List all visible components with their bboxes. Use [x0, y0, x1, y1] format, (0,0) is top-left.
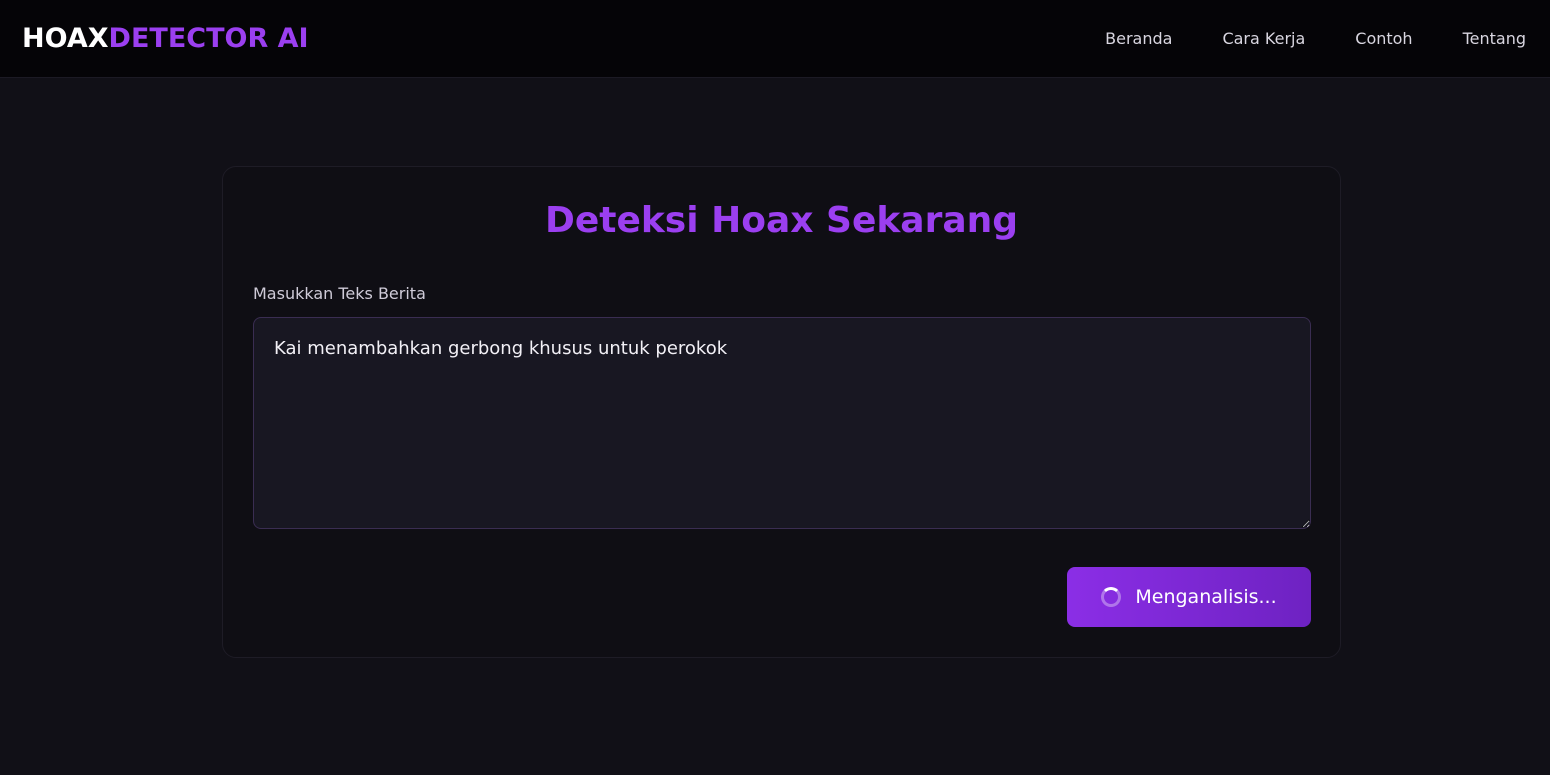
nav-link-cara-kerja[interactable]: Cara Kerja [1222, 28, 1305, 50]
loading-spinner-icon [1101, 587, 1122, 607]
page-title: Deteksi Hoax Sekarang [544, 200, 1019, 241]
news-text-input[interactable]: Kai menambahkan gerbong khusus untuk per… [253, 317, 1311, 529]
site-logo[interactable]: HOAXDETECTOR AI [22, 22, 309, 56]
top-navbar: HOAXDETECTOR AI Beranda Cara Kerja Conto… [0, 0, 1550, 78]
detector-card: Deteksi Hoax Sekarang Masukkan Teks Beri… [222, 166, 1341, 658]
nav-link-contoh[interactable]: Contoh [1355, 28, 1412, 50]
nav-link-tentang[interactable]: Tentang [1463, 28, 1526, 50]
nav-links: Beranda Cara Kerja Contoh Tentang [1105, 28, 1526, 50]
analyze-button-label: Menganalisis... [1135, 586, 1277, 608]
logo-text-detector-ai: DETECTOR AI [108, 23, 309, 54]
analyze-button[interactable]: Menganalisis... [1067, 567, 1311, 627]
nav-link-beranda[interactable]: Beranda [1105, 28, 1172, 50]
news-text-label: Masukkan Teks Berita [253, 284, 426, 303]
logo-text-hoax: HOAX [22, 23, 109, 54]
